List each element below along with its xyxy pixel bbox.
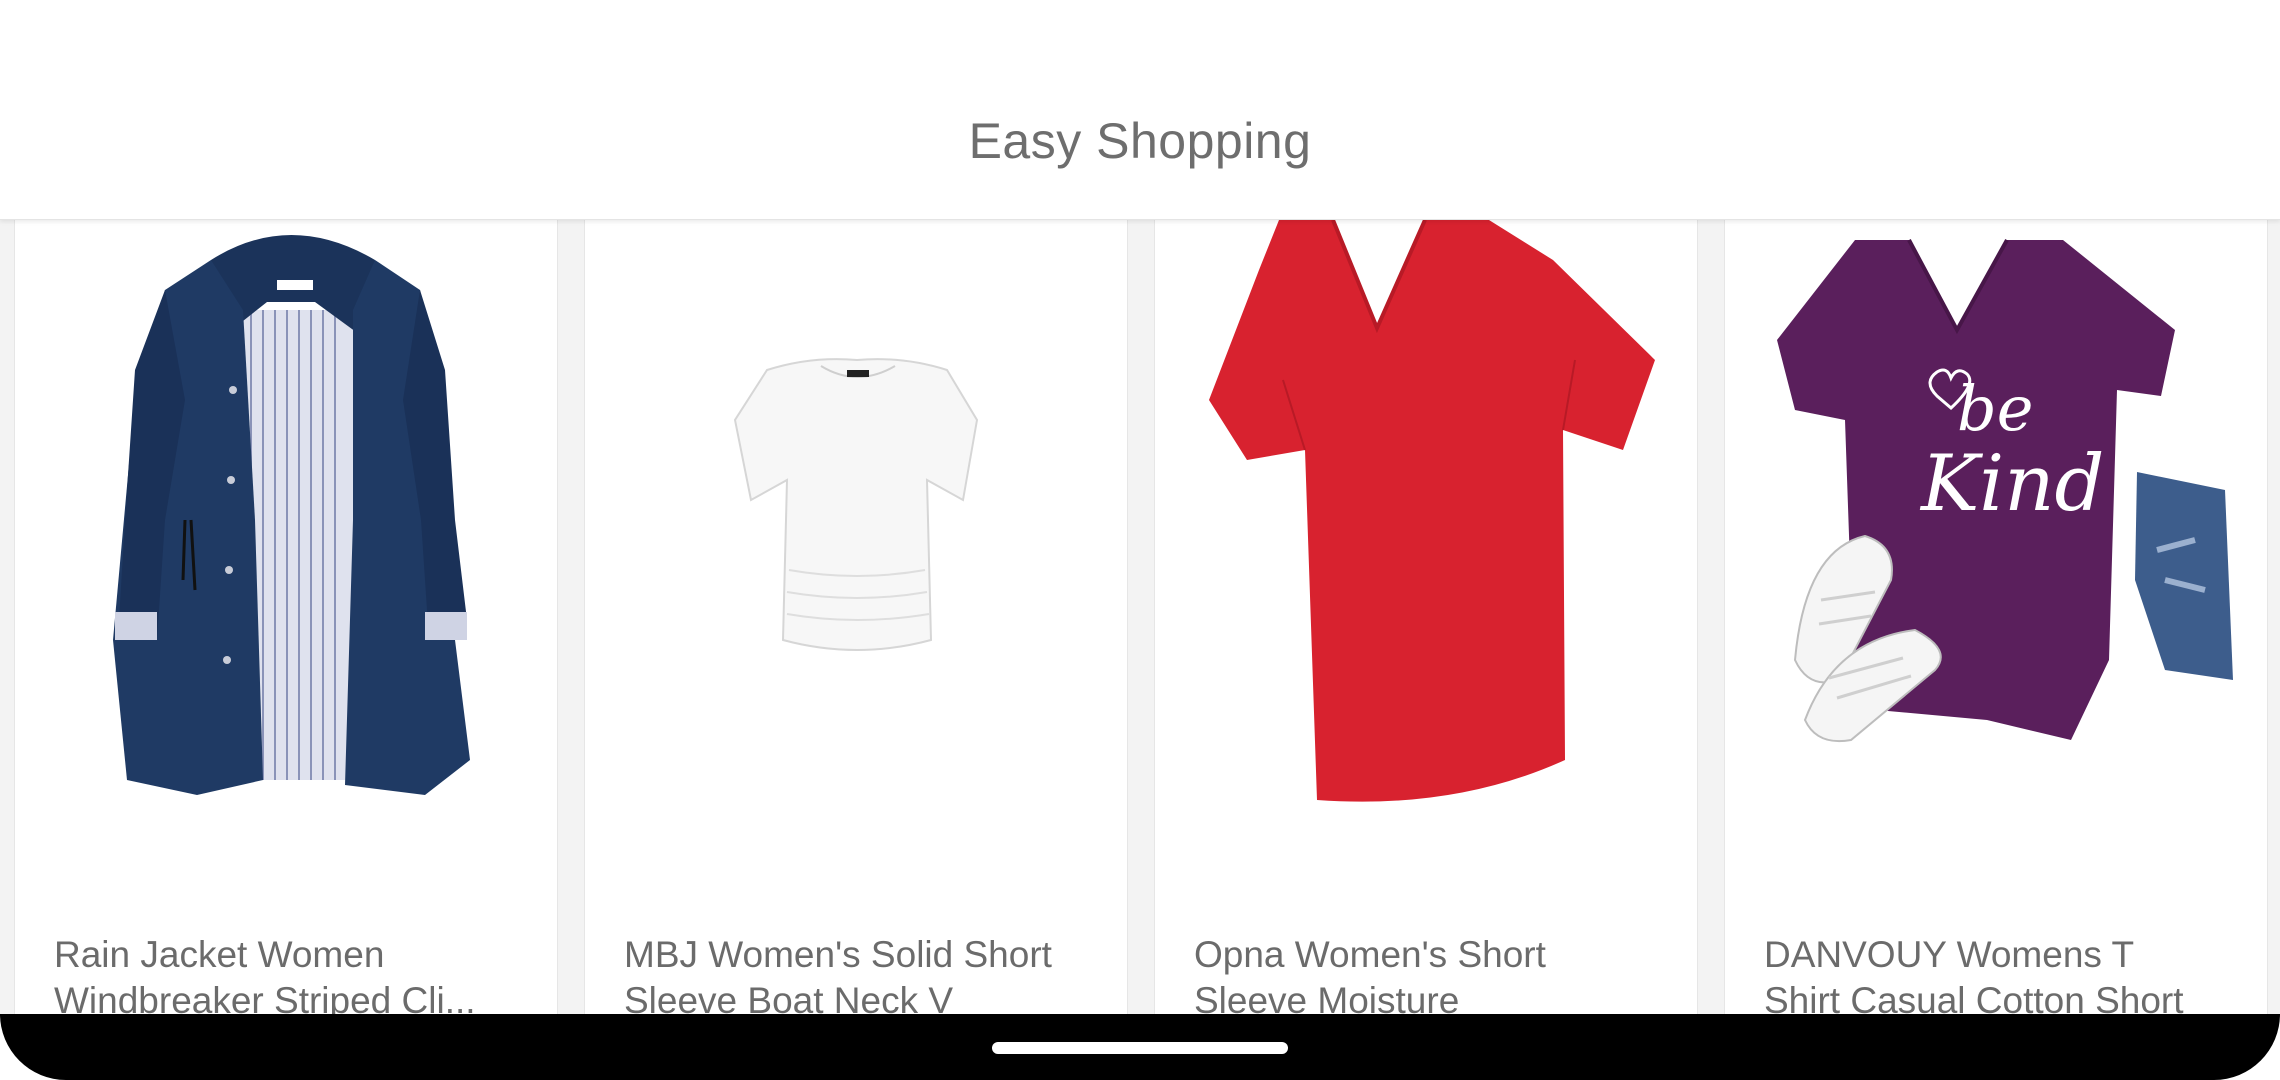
product-image-white-top[interactable] (585, 220, 1128, 860)
product-card[interactable]: MBJ Women's Solid Short Sleeve Boat Neck… (584, 220, 1128, 1015)
app-bar: Easy Shopping (0, 0, 2280, 220)
app-title: Easy Shopping (968, 113, 1312, 169)
system-nav-bar (0, 1014, 2280, 1080)
product-image-red-tshirt[interactable] (1155, 220, 1698, 860)
print-kind: Kind (1919, 439, 2104, 529)
product-title-text: Rain Jacket Women Windbreaker Striped Cl… (54, 934, 476, 1015)
product-card[interactable]: Opna Women's Short Sleeve Moisture (1154, 220, 1698, 1015)
product-card[interactable]: Rain Jacket Women Windbreaker Striped Cl… (14, 220, 558, 1015)
product-title[interactable]: Rain Jacket Women Windbreaker Striped Cl… (54, 932, 524, 1015)
product-title[interactable]: MBJ Women's Solid Short Sleeve Boat Neck… (624, 932, 1094, 1015)
product-title-text: DANVOUY Womens T Shirt Casual Cotton Sho… (1764, 934, 2184, 1015)
product-title[interactable]: DANVOUY Womens T Shirt Casual Cotton Sho… (1764, 932, 2234, 1015)
product-card[interactable]: be Kind DANVOUY Womens T Shirt Casual Co… (1724, 220, 2268, 1015)
product-image-purple-tshirt[interactable]: be Kind (1725, 220, 2268, 860)
product-title-text: Opna Women's Short Sleeve Moisture (1194, 934, 1546, 1015)
product-image-rain-jacket[interactable] (15, 220, 558, 860)
product-grid[interactable]: Rain Jacket Women Windbreaker Striped Cl… (0, 220, 2280, 1015)
home-gesture-pill-icon[interactable] (992, 1042, 1288, 1054)
product-title[interactable]: Opna Women's Short Sleeve Moisture (1194, 932, 1664, 1015)
product-title-text: MBJ Women's Solid Short Sleeve Boat Neck… (624, 934, 1052, 1015)
